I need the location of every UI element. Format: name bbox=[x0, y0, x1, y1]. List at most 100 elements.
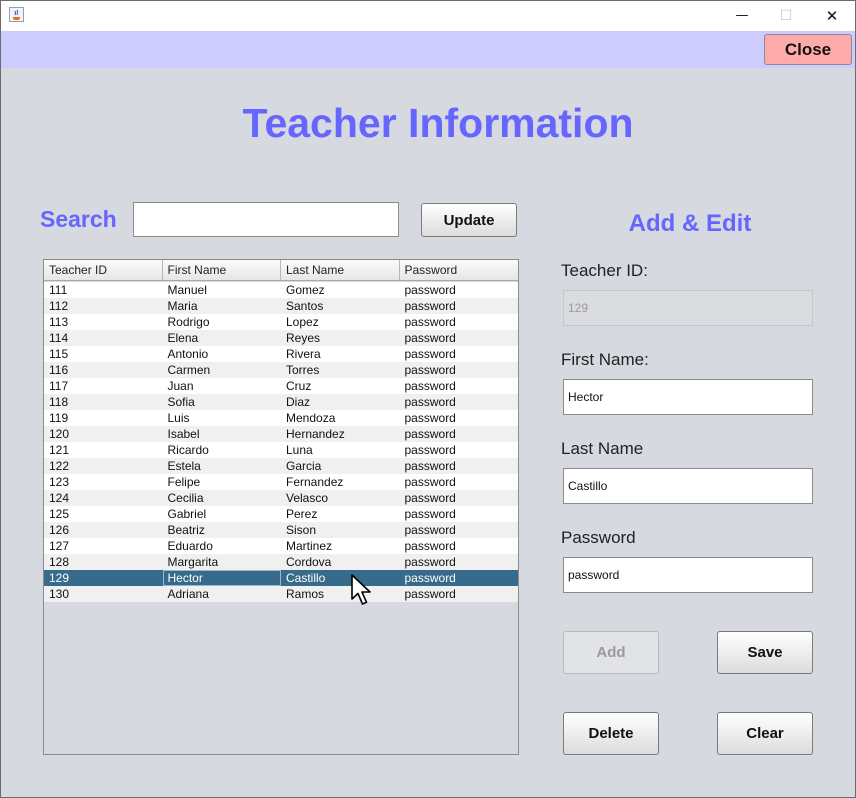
table-row[interactable]: 127 Eduardo Martinez password bbox=[44, 538, 518, 554]
last-name-cell[interactable]: Luna bbox=[281, 442, 400, 458]
teacher-table[interactable]: Teacher ID First Name Last Name Password… bbox=[43, 259, 519, 755]
password-cell[interactable]: password bbox=[400, 426, 519, 442]
teacher-id-cell[interactable]: 113 bbox=[44, 314, 163, 330]
last-name-cell[interactable]: Torres bbox=[281, 362, 400, 378]
search-input[interactable] bbox=[133, 202, 399, 237]
first-name-cell[interactable]: Antonio bbox=[163, 346, 282, 362]
teacher-id-cell[interactable]: 119 bbox=[44, 410, 163, 426]
teacher-id-cell[interactable]: 125 bbox=[44, 506, 163, 522]
password-cell[interactable]: password bbox=[400, 330, 519, 346]
teacher-id-cell[interactable]: 111 bbox=[44, 282, 163, 298]
first-name-cell[interactable]: Rodrigo bbox=[163, 314, 282, 330]
first-name-cell[interactable]: Luis bbox=[163, 410, 282, 426]
password-cell[interactable]: password bbox=[400, 506, 519, 522]
table-row[interactable]: 113 Rodrigo Lopez password bbox=[44, 314, 518, 330]
password-cell[interactable]: password bbox=[400, 394, 519, 410]
first-name-cell[interactable]: Hector bbox=[162, 570, 281, 586]
table-row[interactable]: 118 Sofia Diaz password bbox=[44, 394, 518, 410]
last-name-cell[interactable]: Cordova bbox=[281, 554, 400, 570]
table-row[interactable]: 116 Carmen Torres password bbox=[44, 362, 518, 378]
password-cell[interactable]: password bbox=[400, 570, 519, 586]
last-name-cell[interactable]: Diaz bbox=[281, 394, 400, 410]
password-cell[interactable]: password bbox=[400, 538, 519, 554]
window-close-icon[interactable]: ✕ bbox=[809, 0, 855, 31]
table-row[interactable]: 119 Luis Mendoza password bbox=[44, 410, 518, 426]
table-row[interactable]: 126 Beatriz Sison password bbox=[44, 522, 518, 538]
teacher-id-cell[interactable]: 130 bbox=[44, 586, 163, 602]
update-button[interactable]: Update bbox=[421, 203, 517, 237]
last-name-cell[interactable]: Gomez bbox=[281, 282, 400, 298]
password-cell[interactable]: password bbox=[400, 346, 519, 362]
table-row[interactable]: 128 Margarita Cordova password bbox=[44, 554, 518, 570]
teacher-id-cell[interactable]: 127 bbox=[44, 538, 163, 554]
last-name-cell[interactable]: Reyes bbox=[281, 330, 400, 346]
table-row[interactable]: 121 Ricardo Luna password bbox=[44, 442, 518, 458]
first-name-cell[interactable]: Estela bbox=[163, 458, 282, 474]
password-cell[interactable]: password bbox=[400, 490, 519, 506]
teacher-id-cell[interactable]: 129 bbox=[44, 570, 163, 586]
table-row[interactable]: 120 Isabel Hernandez password bbox=[44, 426, 518, 442]
first-name-cell[interactable]: Beatriz bbox=[163, 522, 282, 538]
first-name-cell[interactable]: Ricardo bbox=[163, 442, 282, 458]
password-cell[interactable]: password bbox=[400, 586, 519, 602]
password-cell[interactable]: password bbox=[400, 378, 519, 394]
table-row[interactable]: 114 Elena Reyes password bbox=[44, 330, 518, 346]
last-name-cell[interactable]: Castillo bbox=[281, 570, 400, 586]
first-name-cell[interactable]: Manuel bbox=[163, 282, 282, 298]
last-name-cell[interactable]: Velasco bbox=[281, 490, 400, 506]
table-row[interactable]: 122 Estela Garcia password bbox=[44, 458, 518, 474]
last-name-cell[interactable]: Santos bbox=[281, 298, 400, 314]
teacher-id-cell[interactable]: 124 bbox=[44, 490, 163, 506]
teacher-id-cell[interactable]: 121 bbox=[44, 442, 163, 458]
last-name-field[interactable]: Castillo bbox=[563, 468, 813, 504]
table-row[interactable]: 130 Adriana Ramos password bbox=[44, 586, 518, 602]
save-button[interactable]: Save bbox=[717, 631, 813, 674]
teacher-id-cell[interactable]: 117 bbox=[44, 378, 163, 394]
table-row[interactable]: 123 Felipe Fernandez password bbox=[44, 474, 518, 490]
column-header-password[interactable]: Password bbox=[400, 260, 519, 280]
password-cell[interactable]: password bbox=[400, 458, 519, 474]
first-name-cell[interactable]: Cecilia bbox=[163, 490, 282, 506]
table-row[interactable]: 115 Antonio Rivera password bbox=[44, 346, 518, 362]
first-name-cell[interactable]: Carmen bbox=[163, 362, 282, 378]
close-button[interactable]: Close bbox=[764, 34, 852, 65]
password-cell[interactable]: password bbox=[400, 410, 519, 426]
last-name-cell[interactable]: Hernandez bbox=[281, 426, 400, 442]
clear-button[interactable]: Clear bbox=[717, 712, 813, 755]
table-row[interactable]: 125 Gabriel Perez password bbox=[44, 506, 518, 522]
last-name-cell[interactable]: Mendoza bbox=[281, 410, 400, 426]
last-name-cell[interactable]: Martinez bbox=[281, 538, 400, 554]
password-cell[interactable]: password bbox=[400, 522, 519, 538]
teacher-id-cell[interactable]: 118 bbox=[44, 394, 163, 410]
first-name-cell[interactable]: Sofia bbox=[163, 394, 282, 410]
last-name-cell[interactable]: Perez bbox=[281, 506, 400, 522]
teacher-id-cell[interactable]: 126 bbox=[44, 522, 163, 538]
teacher-id-cell[interactable]: 112 bbox=[44, 298, 163, 314]
last-name-cell[interactable]: Fernandez bbox=[281, 474, 400, 490]
last-name-cell[interactable]: Rivera bbox=[281, 346, 400, 362]
teacher-id-cell[interactable]: 115 bbox=[44, 346, 163, 362]
last-name-cell[interactable]: Cruz bbox=[281, 378, 400, 394]
table-row[interactable]: 124 Cecilia Velasco password bbox=[44, 490, 518, 506]
first-name-cell[interactable]: Eduardo bbox=[163, 538, 282, 554]
teacher-id-cell[interactable]: 114 bbox=[44, 330, 163, 346]
table-row[interactable]: 117 Juan Cruz password bbox=[44, 378, 518, 394]
first-name-cell[interactable]: Juan bbox=[163, 378, 282, 394]
teacher-id-cell[interactable]: 116 bbox=[44, 362, 163, 378]
teacher-id-cell[interactable]: 120 bbox=[44, 426, 163, 442]
first-name-cell[interactable]: Adriana bbox=[163, 586, 282, 602]
delete-button[interactable]: Delete bbox=[563, 712, 659, 755]
teacher-id-cell[interactable]: 128 bbox=[44, 554, 163, 570]
column-header-last-name[interactable]: Last Name bbox=[281, 260, 400, 280]
last-name-cell[interactable]: Lopez bbox=[281, 314, 400, 330]
first-name-cell[interactable]: Felipe bbox=[163, 474, 282, 490]
password-cell[interactable]: password bbox=[400, 474, 519, 490]
table-row[interactable]: 129 Hector Castillo password bbox=[44, 570, 518, 586]
teacher-id-cell[interactable]: 122 bbox=[44, 458, 163, 474]
column-header-first-name[interactable]: First Name bbox=[163, 260, 281, 280]
first-name-cell[interactable]: Isabel bbox=[163, 426, 282, 442]
column-header-teacher-id[interactable]: Teacher ID bbox=[44, 260, 163, 280]
password-cell[interactable]: password bbox=[400, 442, 519, 458]
last-name-cell[interactable]: Sison bbox=[281, 522, 400, 538]
teacher-id-cell[interactable]: 123 bbox=[44, 474, 163, 490]
